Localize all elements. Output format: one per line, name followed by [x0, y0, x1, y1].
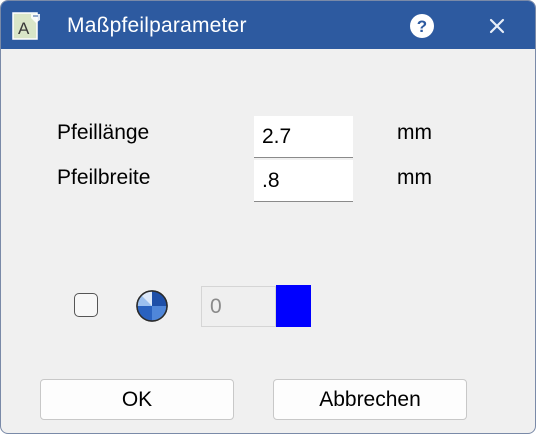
arrow-length-label: Pfeillänge — [57, 121, 150, 144]
color-wheel-icon[interactable] — [136, 290, 168, 322]
arrow-length-input[interactable] — [254, 116, 353, 158]
arrow-width-label: Pfeilbreite — [57, 166, 151, 189]
use-color-checkbox[interactable] — [74, 293, 98, 317]
svg-text:?: ? — [417, 17, 427, 36]
arrow-width-unit: mm — [397, 166, 432, 189]
close-icon[interactable] — [484, 13, 510, 39]
arrow-width-input[interactable] — [254, 160, 353, 202]
arrow-length-unit: mm — [397, 121, 432, 144]
color-swatch[interactable] — [276, 285, 311, 327]
help-icon[interactable]: ? — [409, 13, 435, 39]
window-title: Maßpfeilparameter — [67, 14, 247, 37]
title-bar[interactable]: A Maßpfeilparameter ? — [1, 1, 535, 49]
color-index-field: 0 — [201, 286, 276, 327]
ok-button[interactable]: OK — [40, 379, 234, 420]
svg-text:A: A — [18, 19, 30, 38]
cancel-button[interactable]: Abbrechen — [273, 379, 467, 420]
dialog-window: A Maßpfeilparameter ? Pfeillänge mm Pfei… — [0, 0, 536, 434]
app-document-icon: A — [12, 12, 40, 40]
